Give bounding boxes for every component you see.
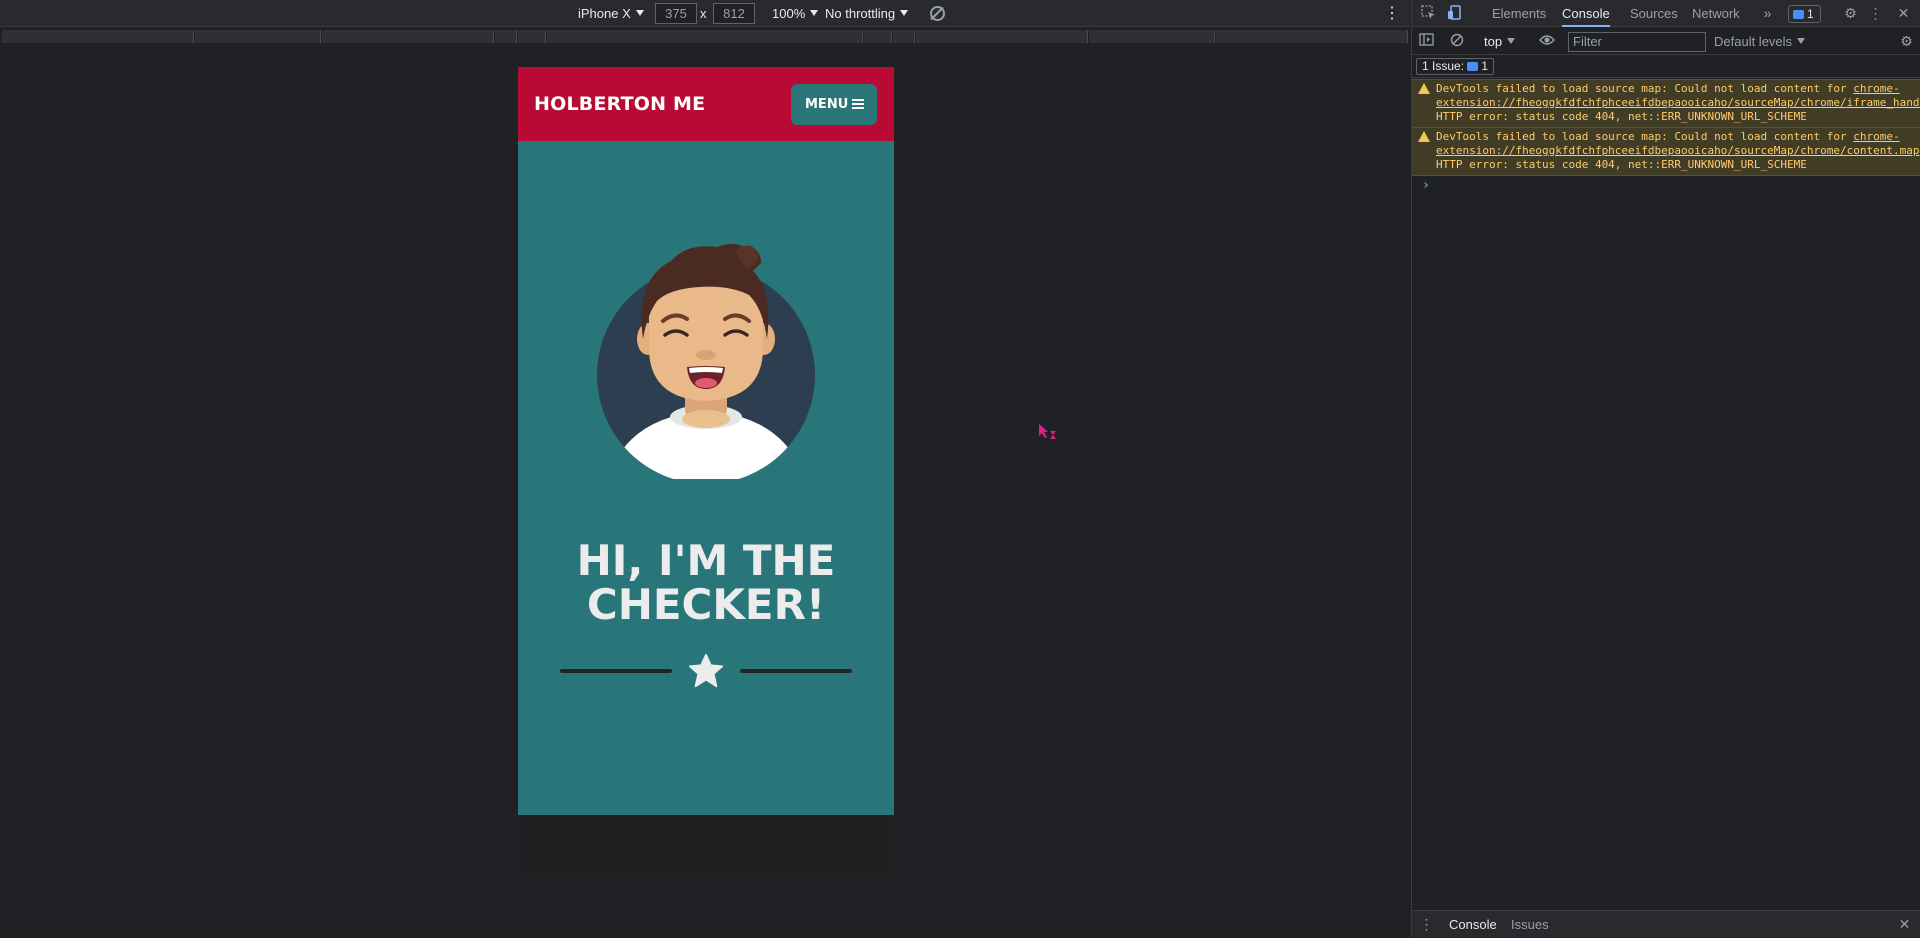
chat-icon [1793, 10, 1804, 19]
media-query-bar[interactable] [518, 30, 546, 43]
kebab-menu-icon[interactable]: ⋮ [1384, 5, 1400, 23]
site-header: HOLBERTON ME MENU [518, 67, 894, 141]
drawer-tabbar: ⋮ Console Issues ✕ [1412, 910, 1920, 937]
drawer-tab-console[interactable]: Console [1449, 911, 1497, 938]
media-query-bar[interactable] [916, 30, 1088, 43]
phone-viewport: HOLBERTON ME MENU HI, I'M THE CHECKER! [518, 67, 894, 879]
kebab-menu-icon[interactable]: ⋮ [1867, 5, 1884, 22]
sidebar-toggle-icon[interactable] [1418, 33, 1435, 50]
context-label: top [1484, 34, 1503, 49]
console-warning: DevTools failed to load source map: Coul… [1412, 79, 1920, 128]
console-prompt[interactable]: › [1422, 178, 1430, 193]
device-select[interactable]: iPhone X [578, 0, 644, 27]
tab-elements[interactable]: Elements [1492, 0, 1546, 27]
dimension-separator: x [700, 6, 707, 21]
media-query-bar[interactable] [495, 30, 517, 43]
levels-select[interactable]: Default levels [1714, 32, 1806, 51]
hero-section: HI, I'M THE CHECKER! [518, 141, 894, 815]
width-input[interactable]: 375 [655, 3, 697, 24]
issues-bar-count: 1 [1481, 59, 1489, 73]
chevron-down-icon [635, 10, 644, 16]
hamburger-icon [852, 99, 864, 109]
divider-line-right [740, 669, 852, 673]
throttling-label: No throttling [825, 6, 896, 21]
zoom-select[interactable]: 100% [772, 0, 819, 27]
media-query-bar[interactable] [322, 30, 494, 43]
drawer-tab-issues[interactable]: Issues [1511, 911, 1549, 938]
console-toolbar: top Filter Default levels ⚙ [1412, 28, 1920, 55]
star-divider [560, 651, 852, 691]
media-query-bar[interactable] [195, 30, 321, 43]
media-query-ruler [0, 28, 1410, 45]
height-input[interactable]: 812 [713, 3, 755, 24]
warning-icon [1418, 131, 1430, 142]
clear-console-icon[interactable] [1448, 33, 1465, 50]
star-icon [688, 653, 724, 688]
rotate-icon[interactable] [930, 6, 945, 21]
media-query-bar[interactable] [864, 30, 892, 43]
issues-bar-label: 1 Issue: [1422, 59, 1465, 73]
chevron-down-icon [810, 10, 819, 16]
kebab-menu-icon[interactable]: ⋮ [1418, 916, 1435, 933]
levels-label: Default levels [1714, 34, 1793, 49]
gear-icon[interactable]: ⚙ [1842, 5, 1859, 22]
device-select-label: iPhone X [578, 6, 631, 21]
devtools-tabbar: Elements Console Sources Network » 1 ⚙ ⋮… [1412, 0, 1920, 27]
site-logo[interactable]: HOLBERTON ME [534, 93, 705, 115]
warning-text: DevTools failed to load source map: Coul… [1436, 130, 1854, 143]
eye-icon[interactable] [1538, 33, 1555, 50]
cursor-icon [1039, 424, 1056, 439]
device-toggle-icon[interactable] [1446, 5, 1463, 22]
inspect-element-icon[interactable] [1420, 5, 1437, 22]
issues-bar: 1 Issue: 1 [1412, 56, 1920, 78]
device-emulation-area: iPhone X 375 x 812 100% No throttling ⋮ … [0, 0, 1410, 937]
issues-count-button[interactable]: 1 Issue: 1 [1416, 58, 1495, 75]
media-query-bar[interactable] [1089, 30, 1215, 43]
media-query-bar[interactable] [1216, 30, 1408, 43]
chevron-down-icon [900, 10, 909, 16]
zoom-label: 100% [772, 6, 806, 21]
chat-icon [1467, 62, 1479, 71]
double-chevron-icon[interactable]: » [1759, 5, 1776, 22]
tab-sources[interactable]: Sources [1630, 0, 1678, 27]
menu-label: MENU [805, 97, 849, 112]
devtools-panel: Elements Console Sources Network » 1 ⚙ ⋮… [1411, 0, 1920, 937]
console-warning: DevTools failed to load source map: Coul… [1412, 127, 1920, 176]
tab-console[interactable]: Console [1562, 0, 1610, 27]
close-icon[interactable]: ✕ [1896, 916, 1913, 933]
device-toolbar: iPhone X 375 x 812 100% No throttling ⋮ [0, 0, 1410, 27]
chevron-down-icon [1797, 38, 1806, 44]
issues-badge[interactable]: 1 [1788, 5, 1821, 23]
tab-network[interactable]: Network [1692, 0, 1740, 27]
gear-icon[interactable]: ⚙ [1898, 33, 1915, 50]
menu-button[interactable]: MENU [791, 84, 877, 125]
close-icon[interactable]: ✕ [1895, 5, 1912, 22]
warning-text: DevTools failed to load source map: Coul… [1436, 82, 1854, 95]
warning-icon [1418, 83, 1430, 94]
media-query-bar[interactable] [2, 30, 194, 43]
avatar [597, 243, 815, 479]
context-select[interactable]: top [1484, 32, 1516, 51]
issues-badge-count: 1 [1807, 7, 1814, 21]
media-query-bar[interactable] [547, 30, 863, 43]
throttling-select[interactable]: No throttling [825, 0, 909, 27]
chevron-down-icon [1507, 38, 1516, 44]
divider-line-left [560, 669, 672, 673]
filter-input[interactable]: Filter [1568, 32, 1706, 52]
media-query-bar[interactable] [893, 30, 915, 43]
hero-title: HI, I'M THE CHECKER! [576, 536, 836, 629]
